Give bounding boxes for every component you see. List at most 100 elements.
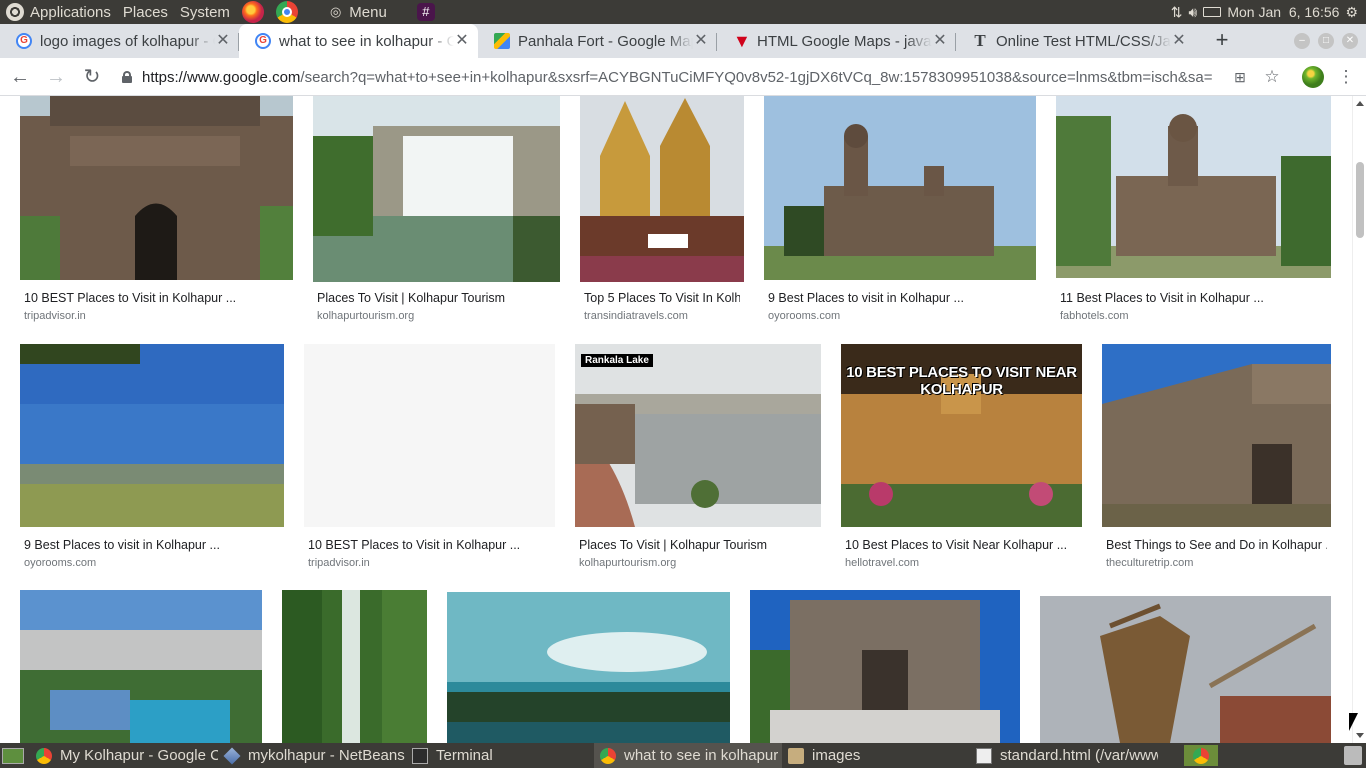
address-bar[interactable]: https://www.google.com/search?q=what+to+…	[112, 62, 1258, 92]
result-domain[interactable]: theculturetrip.com	[1106, 557, 1193, 569]
tab-panhala-fort[interactable]: Panhala Fort - Google Maps ✕	[478, 24, 717, 58]
result-thumbnail[interactable]: Rankala Lake	[575, 344, 821, 527]
settings-gear-icon[interactable]: ⚙	[1345, 4, 1358, 21]
result-thumbnail[interactable]	[750, 590, 1020, 743]
result-thumbnail[interactable]	[20, 590, 262, 743]
result-caption[interactable]: 11 Best Places to Visit in Kolhapur ...	[1060, 291, 1327, 305]
result-domain[interactable]: tripadvisor.in	[24, 310, 86, 322]
result-caption[interactable]: 10 Best Places to Visit Near Kolhapur ..…	[845, 538, 1078, 552]
result-caption[interactable]: Places To Visit | Kolhapur Tourism	[579, 538, 817, 552]
scroll-up-icon[interactable]	[1356, 101, 1364, 106]
result-domain[interactable]: tripadvisor.in	[308, 557, 370, 569]
image-result[interactable]: Top 5 Places To Visit In Kolhapur ... tr…	[580, 96, 744, 326]
slack-launcher-icon[interactable]: #	[416, 3, 435, 21]
image-result[interactable]: Places To Visit | Kolhapur Tourism kolha…	[313, 96, 560, 326]
task-terminal[interactable]: Terminal	[406, 743, 594, 768]
image-result[interactable]	[447, 592, 730, 743]
close-icon[interactable]: ✕	[215, 33, 231, 49]
task-my-kolhapur[interactable]: My Kolhapur - Google Chrome	[30, 743, 218, 768]
result-thumbnail[interactable]	[304, 344, 555, 527]
task-netbeans[interactable]: mykolhapur - NetBeans IDE	[218, 743, 406, 768]
minimize-icon[interactable]: –	[1294, 33, 1310, 49]
places-menu[interactable]: Places	[117, 0, 174, 24]
result-caption[interactable]: Places To Visit | Kolhapur Tourism	[317, 291, 560, 305]
tab-html-google-maps[interactable]: ▼ HTML Google Maps - javatpoint ✕	[717, 24, 956, 58]
result-caption[interactable]: Best Things to See and Do in Kolhapur ..…	[1106, 538, 1327, 552]
chrome-launcher-icon[interactable]	[275, 1, 298, 23]
result-thumbnail[interactable]	[447, 592, 730, 743]
result-domain[interactable]: fabhotels.com	[1060, 310, 1128, 322]
close-icon[interactable]: ✕	[454, 33, 470, 49]
url-text[interactable]: https://www.google.com/search?q=what+to+…	[142, 69, 1212, 86]
image-result[interactable]: Best Things to See and Do in Kolhapur ..…	[1102, 344, 1331, 574]
profile-avatar[interactable]	[1302, 66, 1324, 88]
result-domain[interactable]: kolhapurtourism.org	[317, 310, 414, 322]
task-standard-html[interactable]: standard.html (/var/www/html)	[970, 743, 1158, 768]
trash-icon[interactable]	[1344, 746, 1362, 765]
image-result[interactable]: 10 BEST Places to Visit in Kolhapur ... …	[20, 96, 293, 326]
battery-icon[interactable]	[1203, 7, 1222, 17]
result-caption[interactable]: Top 5 Places To Visit In Kolhapur ...	[584, 291, 740, 305]
network-icon[interactable]: ⇅	[1171, 4, 1183, 21]
result-thumbnail[interactable]	[313, 96, 560, 282]
window-close-icon[interactable]: ✕	[1342, 33, 1358, 49]
clock[interactable]: Mon Jan 6, 16:56	[1227, 4, 1339, 20]
bookmark-star-icon[interactable]: ☆	[1262, 67, 1282, 87]
palace-image	[764, 96, 1036, 280]
applications-menu[interactable]: Applications	[0, 0, 117, 24]
image-result[interactable]	[750, 590, 1020, 743]
reload-icon[interactable]: ↻	[76, 61, 108, 93]
tab-online-test[interactable]: T Online Test HTML/CSS/JavaScript ✕	[956, 24, 1195, 58]
task-what-to-see[interactable]: what to see in kolhapur - Google Chrome	[594, 743, 782, 768]
result-domain[interactable]: kolhapurtourism.org	[579, 557, 676, 569]
volume-icon[interactable]: 🔊︎	[1189, 4, 1198, 21]
page-scrollbar[interactable]	[1352, 96, 1366, 743]
close-icon[interactable]: ✕	[1171, 33, 1187, 49]
show-desktop-icon[interactable]	[2, 747, 24, 764]
new-tab-button[interactable]: +	[1207, 26, 1237, 56]
result-thumbnail[interactable]	[580, 96, 744, 282]
result-thumbnail[interactable]	[20, 96, 293, 280]
result-caption[interactable]: 9 Best Places to visit in Kolhapur ...	[768, 291, 1032, 305]
menu-button[interactable]: ◎ Menu	[324, 0, 393, 24]
firefox-launcher-icon[interactable]	[241, 1, 264, 23]
back-arrow-icon[interactable]: ←	[4, 61, 36, 93]
image-result[interactable]: Rankala Lake Places To Visit | Kolhapur …	[575, 344, 821, 574]
task-images[interactable]: images	[782, 743, 970, 768]
more-vert-icon[interactable]: ⋮	[1336, 67, 1356, 87]
result-thumbnail[interactable]	[764, 96, 1036, 280]
tab-what-to-see[interactable]: G what to see in kolhapur - Google Searc…	[239, 24, 478, 58]
image-result[interactable]	[20, 590, 262, 743]
result-caption[interactable]: 9 Best Places to visit in Kolhapur ...	[24, 538, 280, 552]
result-thumbnail[interactable]	[20, 344, 284, 527]
close-icon[interactable]: ✕	[932, 33, 948, 49]
forward-arrow-icon[interactable]: →	[40, 61, 72, 93]
scroll-down-icon[interactable]	[1356, 733, 1364, 738]
result-thumbnail[interactable]	[1040, 596, 1331, 743]
result-domain[interactable]: transindiatravels.com	[584, 310, 688, 322]
result-caption[interactable]: 10 BEST Places to Visit in Kolhapur ...	[24, 291, 293, 305]
image-result[interactable]	[1040, 596, 1331, 743]
result-thumbnail[interactable]	[1056, 96, 1331, 278]
image-result[interactable]: 10 BEST Places to Visit in Kolhapur ... …	[304, 344, 555, 574]
tab-logo-images[interactable]: G logo images of kolhapur - Google Searc…	[0, 24, 239, 58]
scroll-thumb[interactable]	[1356, 162, 1364, 238]
image-result[interactable]: 9 Best Places to visit in Kolhapur ... o…	[20, 344, 284, 574]
result-thumbnail[interactable]	[282, 590, 427, 743]
lock-icon[interactable]	[122, 71, 132, 83]
image-result[interactable]: 9 Best Places to visit in Kolhapur ... o…	[764, 96, 1036, 326]
result-thumbnail[interactable]	[1102, 344, 1331, 527]
translate-icon[interactable]: ⊞	[1230, 67, 1250, 87]
result-thumbnail[interactable]: 10 BEST PLACES TO VISIT NEAR KOLHAPUR	[841, 344, 1082, 527]
maximize-icon[interactable]: □	[1318, 33, 1334, 49]
image-result[interactable]: 10 BEST PLACES TO VISIT NEAR KOLHAPUR 10…	[841, 344, 1082, 574]
workspace-switcher[interactable]	[1184, 745, 1218, 766]
close-icon[interactable]: ✕	[693, 33, 709, 49]
result-domain[interactable]: hellotravel.com	[845, 557, 919, 569]
result-caption[interactable]: 10 BEST Places to Visit in Kolhapur ...	[308, 538, 551, 552]
result-domain[interactable]: oyorooms.com	[768, 310, 840, 322]
image-result[interactable]	[282, 590, 427, 743]
image-result[interactable]: 11 Best Places to Visit in Kolhapur ... …	[1056, 96, 1331, 326]
result-domain[interactable]: oyorooms.com	[24, 557, 96, 569]
system-menu[interactable]: System	[174, 0, 236, 24]
